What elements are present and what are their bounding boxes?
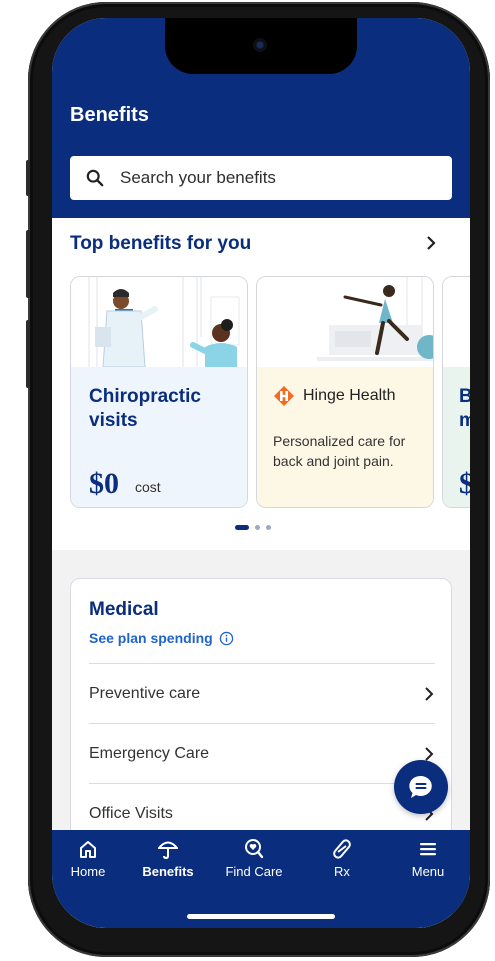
search-input[interactable]: [120, 168, 420, 188]
app-screen: Benefits Top benefits for you: [52, 18, 470, 928]
top-benefits-section: Top benefits for you Chiropractic visits…: [52, 218, 470, 550]
nav-home[interactable]: Home: [52, 838, 128, 879]
search-bar[interactable]: [70, 156, 452, 200]
find-care-icon: [245, 839, 264, 859]
nav-find-care[interactable]: Find Care: [214, 838, 294, 879]
card-title: Chiropractic visits: [89, 386, 201, 431]
card-description: Personalized care for back and joint pai…: [273, 433, 406, 469]
list-item-emergency-care[interactable]: Emergency Care: [89, 723, 435, 783]
card-price: $0: [89, 467, 119, 500]
home-icon: [80, 841, 96, 858]
list-item-label: Preventive care: [89, 684, 201, 702]
list-item-label: Emergency Care: [89, 744, 210, 762]
nav-rx[interactable]: Rx: [302, 838, 382, 879]
nav-label: Home: [70, 864, 106, 879]
volume-up-button: [26, 230, 30, 298]
carousel-pager: [235, 525, 271, 530]
list-item-label: Office Visits: [89, 804, 173, 822]
hinge-health-logo: Hinge Health: [273, 385, 396, 407]
plan-link-label: See plan spending: [89, 630, 213, 646]
list-item-preventive-care[interactable]: Preventive care: [89, 663, 435, 723]
exercise-illustration: [257, 277, 433, 367]
nav-label: Rx: [334, 864, 350, 879]
chevron-right-icon[interactable]: [424, 234, 438, 252]
menu-icon: [420, 843, 436, 856]
home-indicator: [187, 914, 335, 919]
pager-dot[interactable]: [266, 525, 271, 530]
page-title: Benefits: [70, 104, 149, 126]
nav-label: Benefits: [142, 864, 194, 879]
nav-label: Find Care: [225, 864, 283, 879]
chat-icon: [409, 775, 432, 798]
card-title-partial: Bm: [459, 385, 470, 433]
nav-label: Menu: [411, 864, 445, 879]
medical-title: Medical: [89, 599, 159, 620]
nav-menu[interactable]: Menu: [388, 838, 468, 879]
nav-benefits[interactable]: Benefits: [128, 838, 208, 879]
bottom-nav: Home Benefits Find Care Rx Menu: [52, 830, 470, 928]
notch: [165, 18, 357, 74]
mute-switch: [26, 160, 30, 196]
card-price-unit: cost: [135, 479, 161, 495]
benefit-card-hinge-health[interactable]: Hinge Health Personalized care for back …: [256, 276, 434, 508]
info-icon[interactable]: [219, 631, 234, 646]
benefit-card-partial[interactable]: Bm $: [442, 276, 470, 508]
chat-button[interactable]: [394, 760, 448, 814]
pill-icon: [333, 839, 351, 859]
umbrella-icon: [158, 841, 178, 860]
camera-icon: [253, 38, 267, 52]
chevron-right-icon: [425, 746, 434, 761]
card-price-partial: $: [459, 467, 470, 501]
card-illustration: [443, 277, 470, 367]
top-benefits-title: Top benefits for you: [70, 233, 252, 254]
hinge-health-icon: [274, 386, 294, 406]
benefit-card-chiropractic[interactable]: Chiropractic visits $0 cost: [70, 276, 248, 508]
search-icon: [86, 169, 104, 187]
chevron-right-icon: [425, 686, 434, 701]
hinge-health-brand: Hinge Health: [303, 387, 396, 404]
volume-down-button: [26, 320, 30, 388]
doctor-patient-illustration: [71, 277, 247, 368]
see-plan-spending-link[interactable]: See plan spending: [89, 630, 234, 646]
pager-dot[interactable]: [255, 525, 260, 530]
pager-dot-active[interactable]: [235, 525, 249, 530]
